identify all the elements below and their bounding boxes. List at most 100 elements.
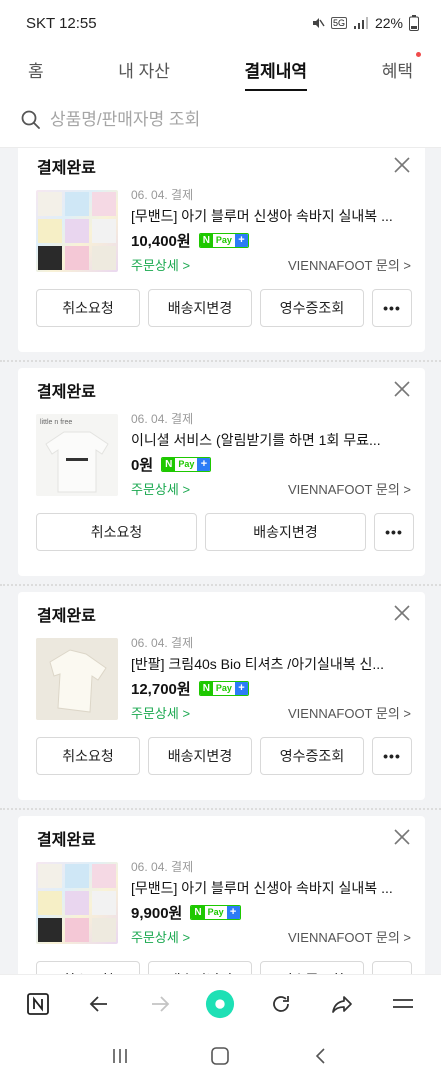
product-info: 06. 04. 결제 [무밴드] 아기 블루머 신생아 속바지 실내복 ... … bbox=[131, 186, 411, 276]
seller-inquiry-link[interactable]: VIENNAFOOT 문의 > bbox=[288, 479, 411, 498]
payment-date: 06. 04. 결제 bbox=[131, 636, 194, 650]
product-image-icon: little n free bbox=[36, 414, 118, 496]
card-divider bbox=[0, 360, 441, 362]
status-indicators: 5G 22% bbox=[311, 15, 419, 31]
order-detail-link[interactable]: 주문상세 > bbox=[131, 703, 190, 722]
payment-date: 06. 04. 결제 bbox=[131, 412, 194, 426]
product-name[interactable]: [무밴드] 아기 블루머 신생아 속바지 실내복 ... bbox=[131, 204, 407, 228]
more-button[interactable]: ••• bbox=[374, 513, 414, 551]
more-button[interactable]: ••• bbox=[372, 737, 412, 775]
product-info: 06. 04. 결제 [무밴드] 아기 블루머 신생아 속바지 실내복 ... … bbox=[131, 858, 411, 948]
product-image-icon bbox=[38, 192, 116, 270]
order-status: 결제완료 bbox=[37, 160, 96, 177]
tab-home[interactable]: 홈 bbox=[28, 46, 44, 92]
seller-inquiry-link[interactable]: VIENNAFOOT 문의 > bbox=[288, 927, 411, 946]
system-navigation-bar bbox=[0, 1032, 441, 1080]
npay-badge: N Pay + bbox=[161, 456, 212, 472]
seller-inquiry-link[interactable]: VIENNAFOOT 문의 > bbox=[288, 703, 411, 722]
product-thumbnail[interactable] bbox=[36, 862, 118, 944]
naver-green-dot-icon[interactable] bbox=[205, 989, 235, 1019]
close-icon[interactable] bbox=[391, 378, 413, 400]
npay-n: N bbox=[191, 905, 205, 919]
npay-plus: + bbox=[197, 457, 211, 471]
npay-pay: Pay bbox=[215, 682, 232, 693]
change-address-button[interactable]: 배송지변경 bbox=[148, 961, 252, 974]
tab-label: 혜택 bbox=[381, 61, 413, 81]
order-actions: 취소요청 배송지변경 영수증조회 ••• bbox=[36, 961, 412, 974]
order-status: 결제완료 bbox=[37, 384, 96, 401]
back-icon[interactable] bbox=[306, 1041, 336, 1071]
tab-label: 결제내역 bbox=[244, 61, 308, 81]
order-status: 결제완료 bbox=[37, 832, 96, 849]
battery-icon bbox=[409, 15, 419, 31]
product-info: 06. 04. 결제 [반팔] 크림40s Bio 티셔츠 /아기실내복 신..… bbox=[131, 634, 411, 724]
seller-inquiry-link[interactable]: VIENNAFOOT 문의 > bbox=[288, 255, 411, 274]
change-address-button[interactable]: 배송지변경 bbox=[148, 737, 252, 775]
order-card: 결제완료 06. 04. 결제 [무밴드] 아기 블루머 신생아 속바지 실내복… bbox=[18, 148, 425, 352]
top-tabs: 홈 내 자산 결제내역 혜택 bbox=[0, 46, 441, 92]
home-icon[interactable] bbox=[205, 1041, 235, 1071]
network-badge: 5G bbox=[330, 17, 347, 29]
npay-pay: Pay bbox=[215, 234, 232, 245]
receipt-button[interactable]: 영수증조회 bbox=[260, 737, 364, 775]
order-detail-link[interactable]: 주문상세 > bbox=[131, 479, 190, 498]
refresh-icon[interactable] bbox=[266, 989, 296, 1019]
thumbnail-caption: little n free bbox=[40, 419, 72, 426]
back-arrow-icon[interactable] bbox=[84, 989, 114, 1019]
npay-pay: Pay bbox=[178, 458, 195, 469]
product-thumbnail[interactable] bbox=[36, 638, 118, 720]
cancel-request-button[interactable]: 취소요청 bbox=[36, 961, 140, 974]
tab-my-assets[interactable]: 내 자산 bbox=[118, 46, 170, 92]
forward-arrow-icon[interactable] bbox=[145, 989, 175, 1019]
tab-label: 홈 bbox=[28, 61, 44, 81]
order-actions: 취소요청 배송지변경 영수증조회 ••• bbox=[36, 737, 412, 775]
battery-text: 22% bbox=[374, 15, 403, 31]
payment-date: 06. 04. 결제 bbox=[131, 188, 194, 202]
npay-n: N bbox=[199, 233, 213, 247]
change-address-button[interactable]: 배송지변경 bbox=[205, 513, 366, 551]
product-price: 12,700원 bbox=[131, 680, 191, 698]
npay-plus: + bbox=[234, 233, 248, 247]
product-image-icon bbox=[36, 638, 118, 720]
close-icon[interactable] bbox=[391, 826, 413, 848]
product-image-icon bbox=[38, 864, 116, 942]
receipt-button[interactable]: 영수증조회 bbox=[260, 961, 364, 974]
menu-icon[interactable] bbox=[388, 989, 418, 1019]
npay-badge: N Pay + bbox=[198, 232, 249, 248]
card-divider bbox=[0, 584, 441, 586]
tab-benefits[interactable]: 혜택 bbox=[381, 46, 421, 92]
order-card: 결제완료 06. 04. 결제 [반팔] 크림40s Bio 티셔츠 /아기실내… bbox=[18, 592, 425, 800]
cancel-request-button[interactable]: 취소요청 bbox=[36, 513, 197, 551]
more-button[interactable]: ••• bbox=[372, 289, 412, 327]
product-thumbnail[interactable] bbox=[36, 190, 118, 272]
status-time: SKT 12:55 bbox=[26, 14, 97, 32]
search-bar bbox=[0, 92, 441, 148]
order-detail-link[interactable]: 주문상세 > bbox=[131, 927, 190, 946]
signal-icon bbox=[353, 17, 368, 29]
product-name[interactable]: 이니셜 서비스 (알림받기를 하면 1회 무료... bbox=[131, 428, 407, 452]
receipt-button[interactable]: 영수증조회 bbox=[260, 289, 364, 327]
change-address-button[interactable]: 배송지변경 bbox=[148, 289, 252, 327]
payment-date: 06. 04. 결제 bbox=[131, 860, 194, 874]
more-button[interactable]: ••• bbox=[372, 961, 412, 974]
product-info: 06. 04. 결제 이니셜 서비스 (알림받기를 하면 1회 무료... 0원… bbox=[131, 410, 411, 500]
product-name[interactable]: [반팔] 크림40s Bio 티셔츠 /아기실내복 신... bbox=[131, 652, 407, 676]
order-detail-link[interactable]: 주문상세 > bbox=[131, 255, 190, 274]
recent-apps-icon[interactable] bbox=[105, 1041, 135, 1071]
search-input[interactable] bbox=[50, 109, 410, 130]
product-thumbnail[interactable]: little n free bbox=[36, 414, 118, 496]
share-icon[interactable] bbox=[327, 989, 357, 1019]
close-icon[interactable] bbox=[391, 154, 413, 176]
card-divider bbox=[0, 808, 441, 810]
tab-payment-history[interactable]: 결제내역 bbox=[244, 46, 308, 92]
npay-badge: N Pay + bbox=[190, 904, 241, 920]
tab-label: 내 자산 bbox=[118, 61, 170, 81]
product-name[interactable]: [무밴드] 아기 블루머 신생아 속바지 실내복 ... bbox=[131, 876, 407, 900]
order-status: 결제완료 bbox=[37, 608, 96, 625]
browser-toolbar bbox=[0, 974, 441, 1032]
naver-home-icon[interactable] bbox=[23, 989, 53, 1019]
cancel-request-button[interactable]: 취소요청 bbox=[36, 289, 140, 327]
npay-n: N bbox=[162, 457, 176, 471]
close-icon[interactable] bbox=[391, 602, 413, 624]
cancel-request-button[interactable]: 취소요청 bbox=[36, 737, 140, 775]
